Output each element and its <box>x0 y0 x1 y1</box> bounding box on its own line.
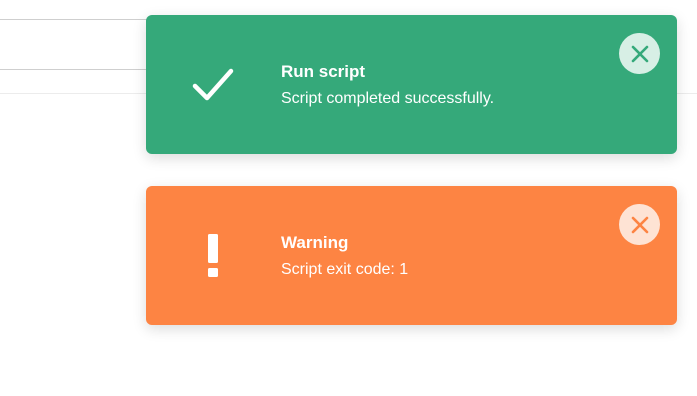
toast-message: Script completed successfully. <box>281 89 495 107</box>
close-icon <box>631 45 648 62</box>
background-field-bottom-border <box>0 69 150 70</box>
toast-content: Warning Script exit code: 1 <box>281 232 607 280</box>
exclamation-icon <box>191 233 235 278</box>
check-icon <box>191 63 235 107</box>
toast-message: Script exit code: 1 <box>281 260 409 278</box>
toast-content: Run script Script completed successfully… <box>281 61 607 109</box>
close-icon <box>631 216 648 233</box>
background-field-top-border <box>0 19 150 20</box>
toast-success: Run script Script completed successfully… <box>146 15 677 154</box>
toast-warning: Warning Script exit code: 1 <box>146 186 677 325</box>
toast-title: Run script <box>281 61 366 81</box>
toast-close-button[interactable] <box>619 33 660 74</box>
toast-title: Warning <box>281 232 349 252</box>
page: Run script Script completed successfully… <box>0 0 697 396</box>
toast-close-button[interactable] <box>619 204 660 245</box>
